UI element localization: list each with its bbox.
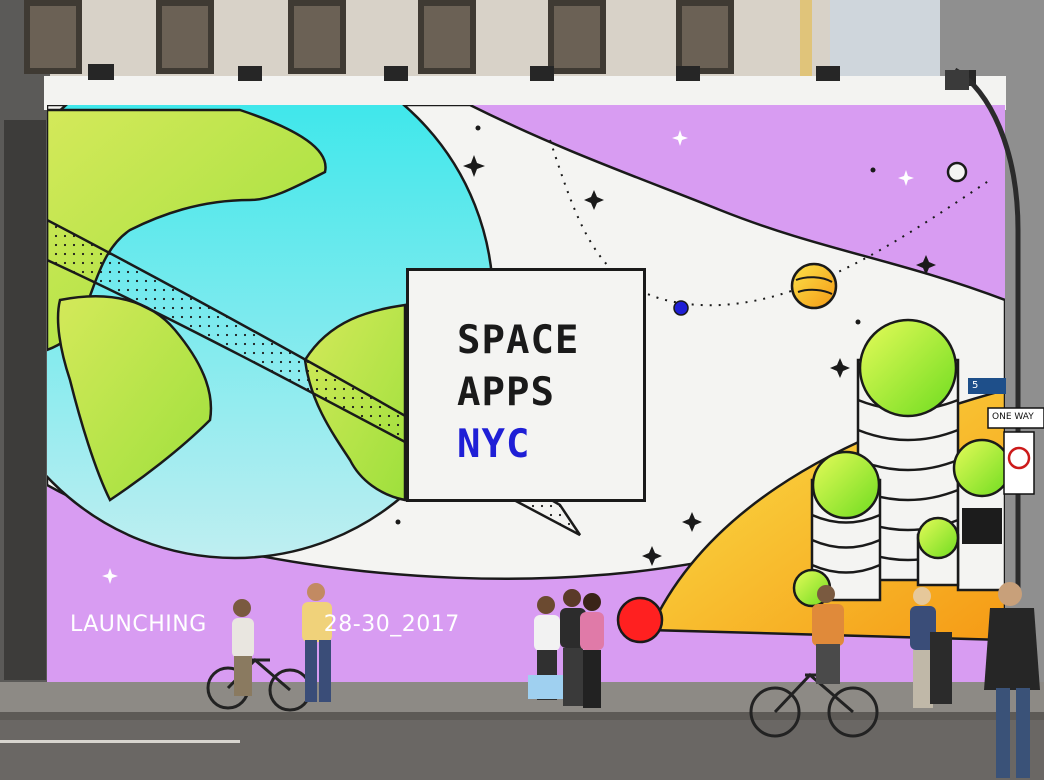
one-way-sign: ONE WAY xyxy=(992,412,1034,422)
fifth-ave-sign: 5 xyxy=(972,380,979,391)
launch-label: LAUNCHING xyxy=(70,612,207,637)
launch-date: 28-30_2017 xyxy=(323,612,460,637)
poster-title-line-3: NYC xyxy=(457,422,531,467)
poster-title-line-1: SPACE xyxy=(457,318,580,363)
poster-title-box: SPACE APPS NYC xyxy=(406,268,646,502)
launch-banner: LAUNCHING 28-30_2017 xyxy=(70,614,460,636)
poster-title-line-2: APPS xyxy=(457,370,555,415)
